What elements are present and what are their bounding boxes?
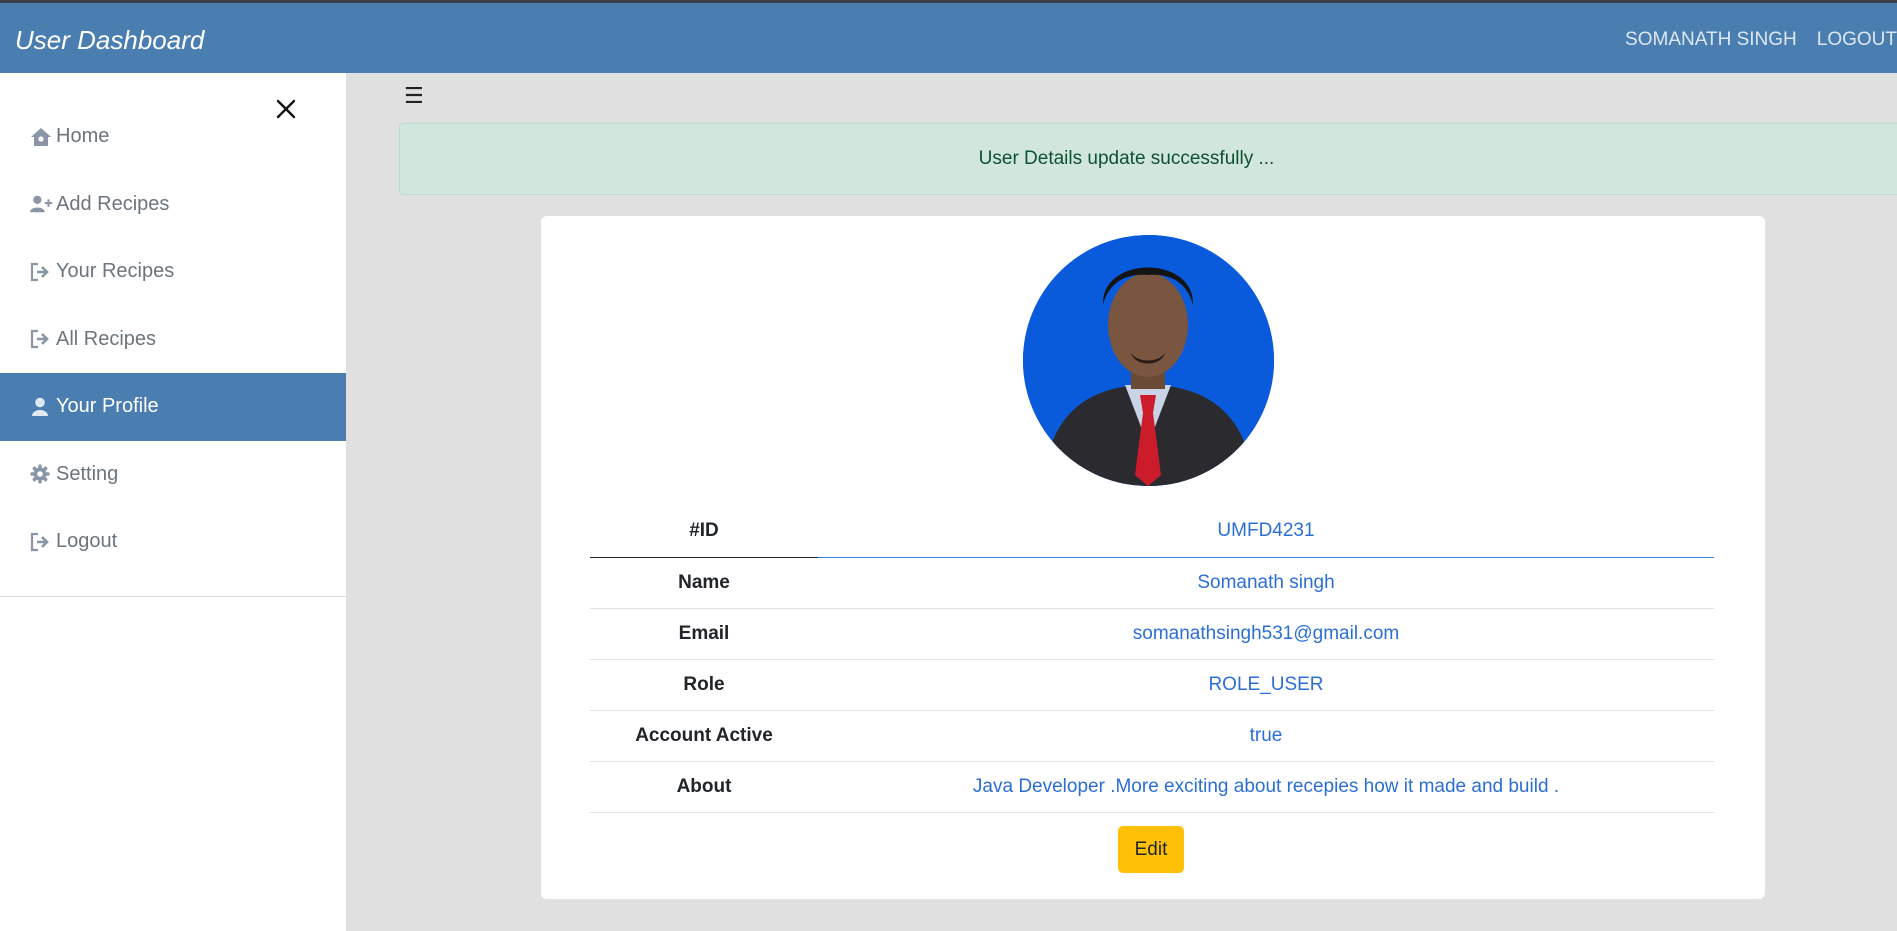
user-name-link[interactable]: SOMANATH SINGH	[1625, 29, 1797, 51]
table-row: Email somanathsingh531@gmail.com	[590, 608, 1714, 660]
logout-link[interactable]: LOGOUT	[1817, 29, 1897, 51]
table-row: Account Active true	[590, 710, 1714, 762]
user-plus-icon	[30, 193, 54, 215]
table-row: Name Somanath singh	[590, 557, 1714, 609]
field-label: Account Active	[590, 710, 818, 762]
sidebar-item-label: Setting	[56, 462, 119, 485]
sign-out-icon	[30, 261, 54, 283]
table-row: #ID UMFD4231	[590, 506, 1714, 558]
field-label: Email	[590, 608, 818, 660]
gear-icon	[30, 463, 54, 485]
user-icon	[30, 396, 54, 418]
profile-photo	[1023, 235, 1274, 486]
sidebar-item-logout[interactable]: Logout	[0, 508, 346, 576]
sidebar-item-all-recipes[interactable]: All Recipes	[0, 306, 346, 374]
field-value: ROLE_USER	[818, 659, 1714, 711]
field-value: somanathsingh531@gmail.com	[818, 608, 1714, 660]
sidebar-menu: Home Add Recipes Your Recipes All Recipe…	[0, 103, 346, 597]
table-row: Role ROLE_USER	[590, 659, 1714, 711]
sidebar-item-label: Logout	[56, 530, 118, 553]
field-value: Java Developer .More exciting about rece…	[818, 761, 1714, 813]
home-icon	[30, 126, 54, 148]
field-label: Role	[590, 659, 818, 711]
alert-message: User Details update successfully ...	[978, 148, 1275, 169]
sign-out-icon	[30, 328, 54, 350]
main-content: ☰ User Details update successfully ... #…	[346, 73, 1897, 931]
sidebar-item-label: Your Profile	[56, 395, 159, 418]
sidebar-item-your-recipes[interactable]: Your Recipes	[0, 238, 346, 306]
sidebar-item-setting[interactable]: Setting	[0, 441, 346, 509]
top-nav-links: SOMANATH SINGH LOGOUT	[1625, 29, 1897, 51]
field-label: #ID	[590, 506, 818, 558]
edit-button[interactable]: Edit	[1118, 826, 1184, 873]
field-label: About	[590, 761, 818, 813]
field-label: Name	[590, 557, 818, 609]
field-value: true	[818, 710, 1714, 762]
profile-card: #ID UMFD4231 Name Somanath singh Email s…	[541, 216, 1765, 899]
sidebar-item-home[interactable]: Home	[0, 103, 346, 171]
sidebar: Home Add Recipes Your Recipes All Recipe…	[0, 73, 346, 931]
sidebar-item-label: All Recipes	[56, 327, 157, 350]
sidebar-item-add-recipes[interactable]: Add Recipes	[0, 171, 346, 239]
field-value: UMFD4231	[818, 506, 1714, 558]
sign-out-icon	[30, 531, 54, 553]
success-alert: User Details update successfully ...	[399, 123, 1897, 195]
sidebar-item-your-profile[interactable]: Your Profile	[0, 373, 346, 441]
field-value: Somanath singh	[818, 557, 1714, 609]
sidebar-item-label: Add Recipes	[56, 192, 170, 215]
hamburger-icon[interactable]: ☰	[404, 83, 424, 109]
profile-details-table: #ID UMFD4231 Name Somanath singh Email s…	[590, 506, 1714, 813]
top-navbar: User Dashboard SOMANATH SINGH LOGOUT	[0, 0, 1897, 73]
brand-title[interactable]: User Dashboard	[15, 25, 204, 56]
sidebar-item-label: Your Recipes	[56, 260, 175, 283]
sidebar-item-label: Home	[56, 125, 110, 148]
table-row: About Java Developer .More exciting abou…	[590, 761, 1714, 813]
